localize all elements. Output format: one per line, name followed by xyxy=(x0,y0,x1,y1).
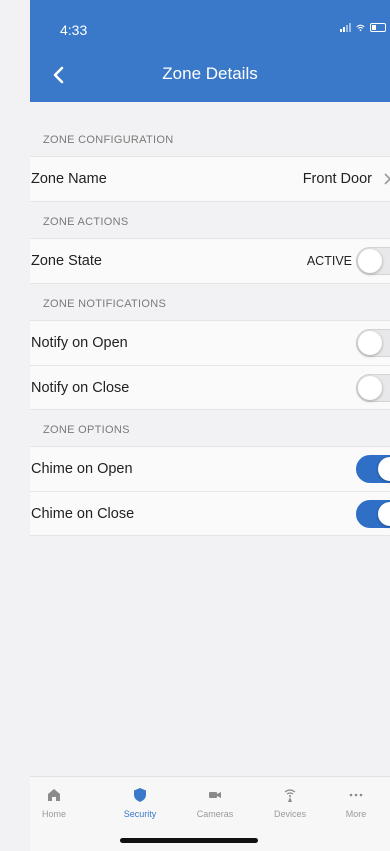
group-actions: Zone State ACTIVE xyxy=(30,238,390,284)
toggle-knob xyxy=(378,457,390,481)
phone-screen: 4:33 Zone Details ZONE CONFIGURATION Zon… xyxy=(0,0,390,851)
tab-cameras[interactable]: Cameras xyxy=(185,787,245,819)
tab-more[interactable]: More xyxy=(326,787,386,819)
section-header-configuration: ZONE CONFIGURATION xyxy=(43,134,174,146)
section-header-notifications: ZONE NOTIFICATIONS xyxy=(43,298,167,310)
home-icon xyxy=(48,789,60,801)
zone-state-toggle[interactable] xyxy=(356,247,390,275)
zone-name-value: Front Door xyxy=(302,171,372,187)
tab-security-label: Security xyxy=(123,809,157,819)
camera-icon xyxy=(209,792,221,798)
zone-name-row[interactable]: Zone Name Front Door xyxy=(30,157,390,201)
notify-open-label: Notify on Open xyxy=(31,335,128,351)
chevron-right-icon xyxy=(384,173,390,185)
group-notifications: Notify on Open Notify on Close xyxy=(30,320,390,410)
notify-close-row: Notify on Close xyxy=(30,365,390,409)
tab-home[interactable]: Home xyxy=(24,787,84,819)
shield-icon xyxy=(134,788,146,802)
section-header-actions: ZONE ACTIONS xyxy=(43,216,129,228)
wifi-icon xyxy=(356,24,365,31)
notify-open-toggle[interactable] xyxy=(356,329,390,357)
toggle-knob xyxy=(358,375,382,400)
toggle-knob xyxy=(358,249,382,273)
chime-open-row: Chime on Open xyxy=(30,447,390,491)
page-title: Zone Details xyxy=(162,64,258,83)
tab-devices-label: Devices xyxy=(273,809,306,819)
chime-close-toggle[interactable] xyxy=(356,499,390,528)
notify-close-toggle[interactable] xyxy=(356,373,390,402)
section-header-options: ZONE OPTIONS xyxy=(43,424,130,436)
chime-open-toggle[interactable] xyxy=(356,455,390,483)
notify-close-label: Notify on Close xyxy=(31,379,130,396)
notify-open-row: Notify on Open xyxy=(30,321,390,365)
home-indicator xyxy=(120,838,258,843)
group-configuration: Zone Name Front Door xyxy=(30,156,390,202)
chime-close-label: Chime on Close xyxy=(31,505,135,522)
chime-close-row: Chime on Close xyxy=(30,491,390,535)
toggle-knob xyxy=(378,501,390,526)
group-options: Chime on Open Chime on Close xyxy=(30,446,390,536)
tab-cameras-label: Cameras xyxy=(196,809,234,819)
more-icon xyxy=(349,793,363,797)
tab-more-label: More xyxy=(345,809,367,819)
zone-state-value: ACTIVE xyxy=(306,254,352,268)
battery-icon xyxy=(370,23,386,32)
nav-header: 4:33 Zone Details xyxy=(30,0,390,102)
zone-name-label: Zone Name xyxy=(31,171,107,187)
signal-icon xyxy=(340,23,351,32)
status-icons xyxy=(340,23,386,32)
tab-home-label: Home xyxy=(41,809,66,819)
toggle-knob xyxy=(358,331,382,355)
zone-state-label: Zone State xyxy=(31,253,102,269)
wifi-device-icon xyxy=(284,789,296,802)
zone-state-row: Zone State ACTIVE xyxy=(30,239,390,283)
status-time: 4:33 xyxy=(60,22,88,38)
tab-security[interactable]: Security xyxy=(110,787,170,819)
zone-details-content: ZONE CONFIGURATION Zone Name Front Door … xyxy=(30,102,390,536)
tab-devices[interactable]: Devices xyxy=(260,787,320,819)
chime-open-label: Chime on Open xyxy=(31,461,133,477)
